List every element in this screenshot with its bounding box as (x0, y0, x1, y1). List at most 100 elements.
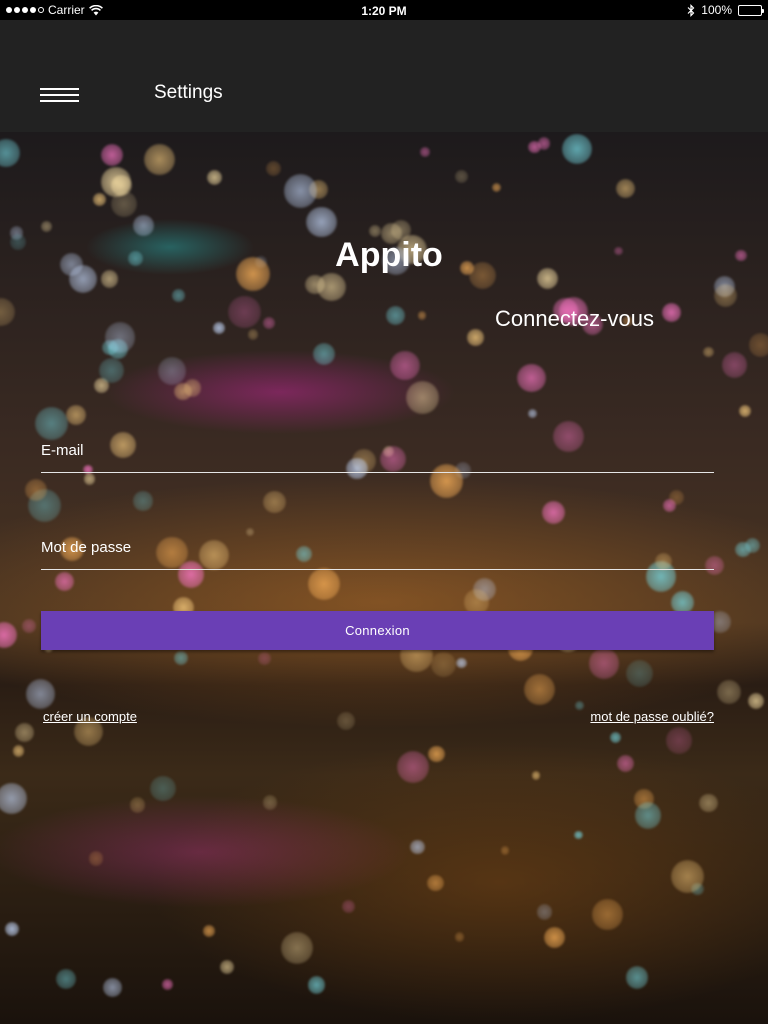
bokeh-light (747, 692, 765, 709)
bokeh-light (592, 899, 623, 930)
bokeh-light (54, 572, 74, 592)
bokeh-light (104, 322, 135, 353)
bokeh-light (101, 167, 131, 197)
bokeh-light (430, 651, 457, 677)
bokeh-light (341, 899, 355, 914)
bokeh-light (174, 650, 189, 665)
bokeh-light (150, 775, 176, 801)
bokeh-light (24, 478, 47, 502)
bokeh-light (257, 652, 271, 666)
bokeh-light (610, 732, 622, 744)
bokeh-light (386, 305, 406, 326)
bokeh-light (283, 174, 318, 208)
bokeh-light (615, 179, 635, 199)
bokeh-light (143, 143, 176, 175)
bokeh-light (588, 647, 620, 679)
bokeh-light (0, 783, 27, 815)
hamburger-menu-icon[interactable] (40, 88, 79, 104)
status-time: 1:20 PM (361, 4, 407, 18)
bokeh-light (133, 491, 153, 511)
bokeh-light (245, 528, 255, 537)
bokeh-light (467, 329, 484, 346)
password-input[interactable] (41, 539, 714, 567)
bokeh-light (428, 745, 445, 763)
battery-icon (738, 4, 764, 16)
login-subtitle: Connectez-vous (495, 306, 654, 331)
email-field[interactable]: E-mail (41, 442, 714, 474)
bokeh-light (305, 274, 325, 295)
bokeh-light (625, 966, 649, 989)
bokeh-light (183, 378, 202, 397)
bokeh-light (537, 137, 550, 150)
bokeh-light (66, 404, 87, 425)
bokeh-light (713, 283, 738, 308)
bokeh-light (262, 795, 278, 810)
status-bar: Carrier 1:20 PM 100% (0, 0, 768, 20)
bokeh-light (133, 215, 154, 236)
bokeh-light (542, 500, 566, 524)
bokeh-light (420, 147, 430, 157)
bokeh-light (262, 317, 275, 329)
bokeh-light (721, 352, 748, 379)
bokeh-light (265, 161, 281, 177)
bokeh-light (390, 350, 420, 380)
login-button[interactable]: Connexion (41, 611, 714, 650)
bokeh-light (574, 830, 583, 840)
bokeh-light (56, 969, 77, 990)
forgot-password-link[interactable]: mot de passe oublié? (590, 709, 714, 724)
bokeh-light (617, 754, 635, 772)
bokeh-light (15, 723, 34, 742)
bokeh-light (749, 333, 768, 357)
bokeh-light (13, 745, 25, 757)
bokeh-light (280, 931, 313, 964)
bokeh-light (528, 409, 537, 418)
bokeh-light (40, 220, 52, 232)
password-field[interactable]: Mot de passe (41, 539, 714, 571)
bokeh-light (454, 932, 465, 942)
bokeh-light (410, 839, 425, 855)
bokeh-light (406, 380, 440, 414)
bluetooth-icon (687, 3, 695, 17)
bokeh-light (427, 874, 444, 892)
email-input[interactable] (41, 442, 714, 470)
bokeh-light (524, 673, 556, 705)
bokeh-light (4, 922, 19, 937)
bokeh-light (454, 170, 468, 184)
battery-percent: 100% (701, 3, 732, 17)
bokeh-light (25, 679, 55, 709)
top-toolbar: Settings (0, 20, 768, 132)
bokeh-light (158, 356, 186, 385)
bokeh-light (162, 979, 173, 990)
bokeh-light (83, 473, 96, 485)
bokeh-light (312, 343, 335, 366)
bokeh-light (699, 794, 718, 813)
bokeh-light (103, 978, 122, 997)
bokeh-light (0, 297, 15, 327)
bokeh-light (336, 712, 356, 731)
bokeh-light (172, 289, 185, 302)
bokeh-light (88, 851, 104, 866)
bokeh-light (744, 538, 760, 554)
bokeh-light (670, 860, 704, 894)
bokeh-light (307, 976, 326, 995)
bokeh-light (663, 498, 677, 512)
bokeh-light (417, 311, 427, 320)
bokeh-light (634, 802, 662, 829)
bokeh-light (21, 618, 36, 633)
bokeh-light (247, 329, 258, 340)
status-right: 100% (687, 3, 764, 17)
bokeh-light (536, 904, 553, 920)
bokeh-light (213, 322, 226, 335)
bokeh-light (100, 143, 123, 166)
bokeh-light (665, 727, 692, 754)
bokeh-light (129, 797, 146, 813)
bokeh-light (308, 568, 341, 601)
bokeh-light (0, 139, 20, 167)
create-account-link[interactable]: créer un compte (43, 709, 137, 724)
bokeh-light (0, 621, 18, 649)
bokeh-light (716, 679, 741, 705)
bokeh-light (263, 490, 286, 513)
bokeh-light (92, 193, 106, 207)
app-title: Appito (335, 236, 443, 274)
toolbar-title: Settings (154, 82, 223, 103)
